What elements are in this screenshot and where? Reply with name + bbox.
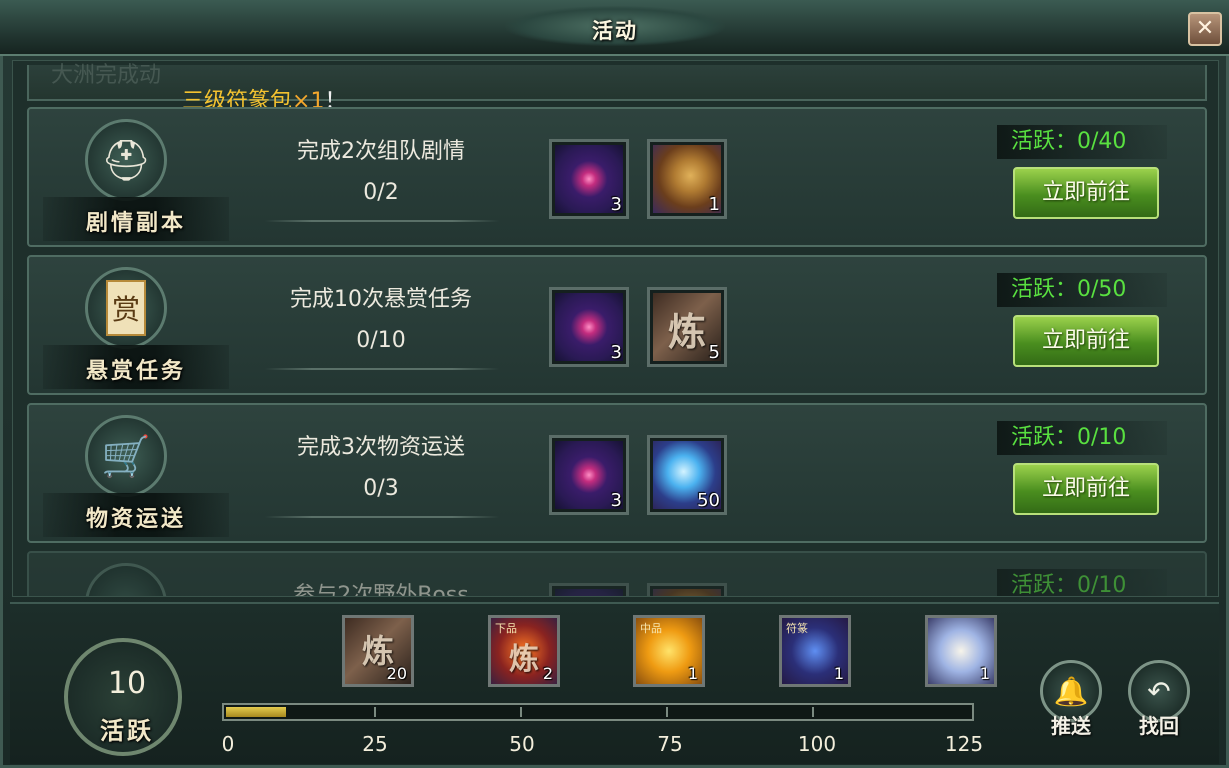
divider (265, 368, 499, 370)
milestone-label: 50 (509, 732, 535, 756)
scroll-icon (653, 589, 721, 596)
reward-count: 3 (610, 342, 622, 363)
active-points: 活跃：0/50 (997, 273, 1167, 307)
go-now-button[interactable]: 立即前往 (1013, 167, 1159, 219)
liveness-label: 活跃 (100, 717, 154, 745)
task-list[interactable]: 大洲完成动 三级符篆包×1！ ⛑ 剧情副本 完成2次组队剧情 0/2 3 1 活… (12, 60, 1219, 597)
task-title: 参与2次野外Boss (293, 583, 469, 597)
task-category: 悬赏任务 (85, 359, 186, 384)
task-row: ⛑ 剧情副本 完成2次组队剧情 0/2 3 1 活跃：0/40 立即前往 (27, 107, 1207, 247)
reward-slot[interactable]: 炼 5 (647, 287, 727, 367)
milestone-label: 100 (797, 732, 837, 756)
liveness-panel (10, 602, 1219, 764)
task-row: 参与2次野外Boss 活跃：0/10 (27, 551, 1207, 597)
notice-row: 大洲完成动 三级符篆包×1！ (27, 63, 1207, 114)
progress-tick (812, 707, 814, 717)
reward-count: 5 (708, 342, 720, 363)
reward-slot[interactable] (647, 583, 727, 596)
push-label: 推送 (1051, 714, 1091, 738)
divider (265, 220, 499, 222)
task-row: 赏 悬赏任务 完成10次悬赏任务 0/10 3 炼 5 活跃：0/50 立即前往 (27, 255, 1207, 395)
title-bar: 活动 ✕ (0, 0, 1229, 56)
reward-slot[interactable] (549, 583, 629, 596)
task-title: 完成10次悬赏任务 (290, 287, 472, 312)
reward-count: 3 (610, 490, 622, 511)
reward-grade: 符篆 (786, 622, 808, 635)
bell-icon: 🔔 (1053, 674, 1089, 708)
milestone-label: 125 (944, 732, 984, 756)
reward-count: 3 (610, 194, 622, 215)
active-points: 活跃：0/10 (997, 421, 1167, 455)
task-emblem (43, 561, 223, 596)
reward-count: 50 (697, 490, 720, 511)
task-emblem: 🛒 物资运送 (43, 413, 229, 537)
notice-faded-text: 大洲完成动 (51, 63, 162, 88)
divider (265, 516, 499, 518)
milestone-label: 0 (221, 732, 235, 756)
reward-slot[interactable]: 3 (549, 435, 629, 515)
task-progress: 0/3 (363, 476, 399, 501)
active-points: 活跃：0/10 (997, 569, 1167, 596)
cart-icon: 🛒 (85, 415, 167, 497)
progress-tick (520, 707, 522, 717)
bounty-banner-icon: 赏 (85, 267, 167, 349)
task-row: 🛒 物资运送 完成3次物资运送 0/3 3 50 活跃：0/10 立即前往 (27, 403, 1207, 543)
swirl-scroll-icon (555, 589, 623, 596)
task-progress: 0/10 (356, 328, 406, 353)
reward-slot[interactable]: 50 (647, 435, 727, 515)
boss-horns-icon (85, 563, 167, 596)
liveness-reward[interactable]: 下品 炼 2 (488, 615, 560, 687)
reward-count: 20 (386, 664, 407, 683)
progress-tick (666, 707, 668, 717)
liveness-reward[interactable]: 中品 1 (633, 615, 705, 687)
reward-count: 1 (979, 664, 990, 683)
liveness-value: 10 (107, 666, 147, 701)
reward-grade: 中品 (640, 622, 662, 635)
go-now-button[interactable]: 立即前往 (1013, 463, 1159, 515)
close-icon: ✕ (1195, 16, 1215, 41)
go-now-button[interactable]: 立即前往 (1013, 315, 1159, 367)
task-emblem: 赏 悬赏任务 (43, 265, 229, 389)
liveness-reward[interactable]: 符篆 1 (779, 615, 851, 687)
task-title: 完成2次组队剧情 (297, 139, 465, 164)
liveness-progress-bar (222, 703, 974, 721)
reward-slot[interactable]: 3 (549, 287, 629, 367)
task-category: 物资运送 (85, 507, 186, 532)
active-points: 活跃：0/40 (997, 125, 1167, 159)
reward-count: 1 (708, 194, 720, 215)
helmet-icon: ⛑ (85, 119, 167, 201)
task-emblem: ⛑ 剧情副本 (43, 117, 229, 241)
liveness-progress-fill (226, 707, 286, 717)
close-button[interactable]: ✕ (1188, 12, 1222, 46)
reward-slot[interactable]: 1 (647, 139, 727, 219)
back-arrow-icon: ↶ (1147, 674, 1171, 708)
task-title: 完成3次物资运送 (297, 435, 465, 460)
liveness-reward[interactable]: 1 (925, 615, 997, 687)
reward-slot[interactable]: 3 (549, 139, 629, 219)
liveness-reward[interactable]: 炼 20 (342, 615, 414, 687)
milestone-label: 75 (657, 732, 683, 756)
progress-tick (374, 707, 376, 717)
window-title: 活动 (592, 19, 638, 43)
reward-count: 2 (542, 664, 553, 683)
reward-count: 1 (833, 664, 844, 683)
reward-count: 1 (687, 664, 698, 683)
task-category: 剧情副本 (85, 211, 186, 236)
milestone-label: 25 (362, 732, 388, 756)
task-progress: 0/2 (363, 180, 399, 205)
recover-label: 找回 (1139, 714, 1179, 738)
